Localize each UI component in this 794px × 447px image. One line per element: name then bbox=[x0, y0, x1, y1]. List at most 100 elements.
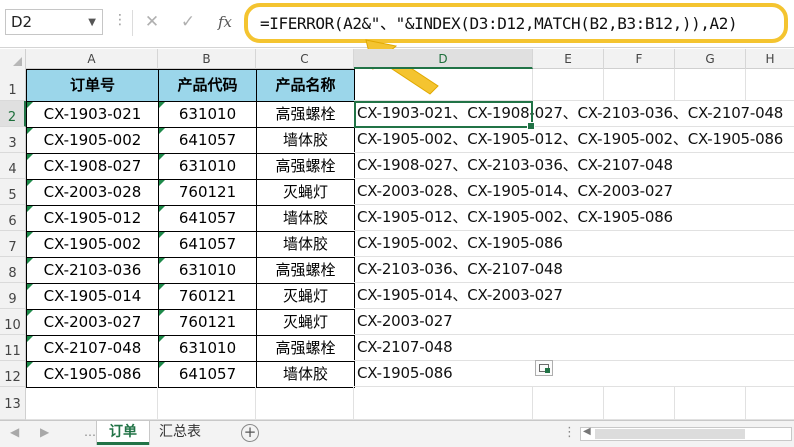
order-number-cell[interactable]: CX-1903-021 bbox=[26, 101, 159, 128]
tab-splitter-icon[interactable]: ⋮ bbox=[563, 425, 576, 440]
grid-cell[interactable] bbox=[746, 69, 794, 101]
concatenated-result-cell[interactable]: CX-2003-028、CX-1905-014、CX-2003-027 bbox=[354, 179, 794, 205]
row-header-3[interactable]: 3 bbox=[0, 127, 26, 153]
product-name-cell[interactable]: 灭蝇灯 bbox=[256, 283, 355, 310]
column-header-g[interactable]: G bbox=[675, 49, 746, 69]
product-code-cell[interactable]: 641057 bbox=[158, 127, 257, 154]
concatenated-result-cell[interactable]: CX-1905-002、CX-1905-012、CX-1905-002、CX-1… bbox=[354, 127, 794, 153]
product-code-cell[interactable]: 760121 bbox=[158, 309, 257, 336]
row-header-1[interactable]: 1 bbox=[0, 69, 26, 101]
product-name-cell[interactable]: 灭蝇灯 bbox=[256, 309, 355, 336]
product-name-cell[interactable]: 墙体胶 bbox=[256, 127, 355, 154]
add-sheet-icon[interactable]: + bbox=[241, 424, 259, 442]
concatenated-result-cell[interactable]: CX-1908-027、CX-2103-036、CX-2107-048 bbox=[354, 153, 794, 179]
grid-cell[interactable] bbox=[533, 69, 604, 101]
column-header-b[interactable]: B bbox=[158, 49, 256, 69]
sheet-tab-orders[interactable]: 订单 bbox=[97, 421, 149, 445]
header-cell-name[interactable]: 产品名称 bbox=[256, 69, 355, 102]
grid-cell[interactable] bbox=[354, 69, 533, 101]
column-header-e[interactable]: E bbox=[533, 49, 604, 69]
scroll-left-icon[interactable]: ◀ bbox=[583, 426, 591, 437]
order-number-cell[interactable]: CX-1905-012 bbox=[26, 205, 159, 232]
row-header-9[interactable]: 9 bbox=[0, 283, 26, 309]
concatenated-result-cell[interactable]: CX-2103-036、CX-2107-048 bbox=[354, 257, 794, 283]
order-number-cell[interactable]: CX-2003-028 bbox=[26, 179, 159, 206]
product-name-cell[interactable]: 高强螺栓 bbox=[256, 153, 355, 180]
row-header-13[interactable]: 13 bbox=[0, 387, 26, 420]
scroll-tabs-right-icon[interactable]: ▶ bbox=[40, 425, 49, 439]
column-header-a[interactable]: A bbox=[26, 49, 158, 69]
row-header-2[interactable]: 2 bbox=[0, 101, 26, 127]
product-name-cell[interactable]: 高强螺栓 bbox=[256, 257, 355, 284]
product-code-cell[interactable]: 631010 bbox=[158, 257, 257, 284]
formula-input[interactable]: =IFERROR(A2&"、"&INDEX(D3:D12,MATCH(B2,B3… bbox=[244, 3, 788, 43]
grid-cell[interactable] bbox=[604, 69, 675, 101]
select-all-button[interactable] bbox=[0, 49, 26, 69]
concatenated-result-cell[interactable]: CX-1905-014、CX-2003-027 bbox=[354, 283, 794, 309]
row-header-12[interactable]: 12 bbox=[0, 361, 26, 387]
row-header-7[interactable]: 7 bbox=[0, 231, 26, 257]
concatenated-result-cell[interactable]: CX-2107-048 bbox=[354, 335, 794, 361]
product-name-cell[interactable]: 高强螺栓 bbox=[256, 335, 355, 362]
order-number-cell[interactable]: CX-2107-048 bbox=[26, 335, 159, 362]
concatenated-result-cell[interactable]: CX-1903-021、CX-1908-027、CX-2103-036、CX-2… bbox=[354, 101, 794, 127]
grid-cell[interactable] bbox=[604, 387, 675, 420]
more-sheets-icon[interactable]: … bbox=[84, 425, 96, 439]
order-number-cell[interactable]: CX-1905-002 bbox=[26, 127, 159, 154]
order-number-cell[interactable]: CX-1905-086 bbox=[26, 361, 159, 388]
column-header-f[interactable]: F bbox=[604, 49, 675, 69]
sheet-tab-summary[interactable]: 汇总表 bbox=[151, 421, 209, 445]
grid-cell[interactable] bbox=[533, 387, 604, 420]
header-cell-order[interactable]: 订单号 bbox=[26, 69, 159, 102]
order-number-cell[interactable]: CX-1908-027 bbox=[26, 153, 159, 180]
insert-function-icon[interactable]: fx bbox=[212, 10, 238, 34]
row-header-5[interactable]: 5 bbox=[0, 179, 26, 205]
product-code-cell[interactable]: 631010 bbox=[158, 335, 257, 362]
product-name-cell[interactable]: 灭蝇灯 bbox=[256, 179, 355, 206]
row-header-4[interactable]: 4 bbox=[0, 153, 26, 179]
column-header-c[interactable]: C bbox=[256, 49, 354, 69]
grid-cell[interactable] bbox=[26, 387, 158, 420]
scrollbar-thumb[interactable] bbox=[595, 429, 745, 439]
name-box[interactable]: D2 ▼ bbox=[5, 9, 103, 35]
horizontal-scrollbar[interactable]: ◀ bbox=[580, 426, 792, 441]
product-code-cell[interactable]: 641057 bbox=[158, 361, 257, 388]
order-number-cell[interactable]: CX-2103-036 bbox=[26, 257, 159, 284]
column-header-d[interactable]: D bbox=[354, 49, 533, 69]
product-name-cell[interactable]: 墙体胶 bbox=[256, 205, 355, 232]
column-header-h[interactable]: H bbox=[746, 49, 794, 69]
order-number-cell[interactable]: CX-1905-002 bbox=[26, 231, 159, 258]
product-code-cell[interactable]: 641057 bbox=[158, 205, 257, 232]
product-code-cell[interactable]: 631010 bbox=[158, 153, 257, 180]
product-name-cell[interactable]: 墙体胶 bbox=[256, 231, 355, 258]
concatenated-result-cell[interactable]: CX-1905-012、CX-1905-002、CX-1905-086 bbox=[354, 205, 794, 231]
grid-cell[interactable] bbox=[256, 387, 354, 420]
concatenated-result-cell[interactable]: CX-1905-086 bbox=[354, 361, 794, 387]
paste-options-icon[interactable] bbox=[535, 360, 553, 376]
grid-cell[interactable] bbox=[675, 69, 746, 101]
enter-icon[interactable]: ✓ bbox=[175, 10, 201, 34]
chevron-down-icon[interactable]: ▼ bbox=[88, 11, 96, 35]
grid-cell[interactable] bbox=[354, 387, 533, 420]
product-code-cell[interactable]: 760121 bbox=[158, 283, 257, 310]
grid-cell[interactable] bbox=[158, 387, 256, 420]
product-code-cell[interactable]: 641057 bbox=[158, 231, 257, 258]
order-number-cell[interactable]: CX-1905-014 bbox=[26, 283, 159, 310]
product-name-cell[interactable]: 高强螺栓 bbox=[256, 101, 355, 128]
more-options-icon[interactable]: ⋮ bbox=[113, 12, 127, 28]
grid-cell[interactable] bbox=[746, 387, 794, 420]
product-code-cell[interactable]: 631010 bbox=[158, 101, 257, 128]
row-header-11[interactable]: 11 bbox=[0, 335, 26, 361]
grid-cell[interactable] bbox=[675, 387, 746, 420]
concatenated-result-cell[interactable]: CX-1905-002、CX-1905-086 bbox=[354, 231, 794, 257]
concatenated-result-cell[interactable]: CX-2003-027 bbox=[354, 309, 794, 335]
cancel-icon[interactable]: ✕ bbox=[139, 10, 165, 34]
product-code-cell[interactable]: 760121 bbox=[158, 179, 257, 206]
order-number-cell[interactable]: CX-2003-027 bbox=[26, 309, 159, 336]
header-cell-code[interactable]: 产品代码 bbox=[158, 69, 257, 102]
scroll-tabs-left-icon[interactable]: ◀ bbox=[10, 425, 19, 439]
row-header-8[interactable]: 8 bbox=[0, 257, 26, 283]
row-header-10[interactable]: 10 bbox=[0, 309, 26, 335]
row-header-6[interactable]: 6 bbox=[0, 205, 26, 231]
product-name-cell[interactable]: 墙体胶 bbox=[256, 361, 355, 388]
